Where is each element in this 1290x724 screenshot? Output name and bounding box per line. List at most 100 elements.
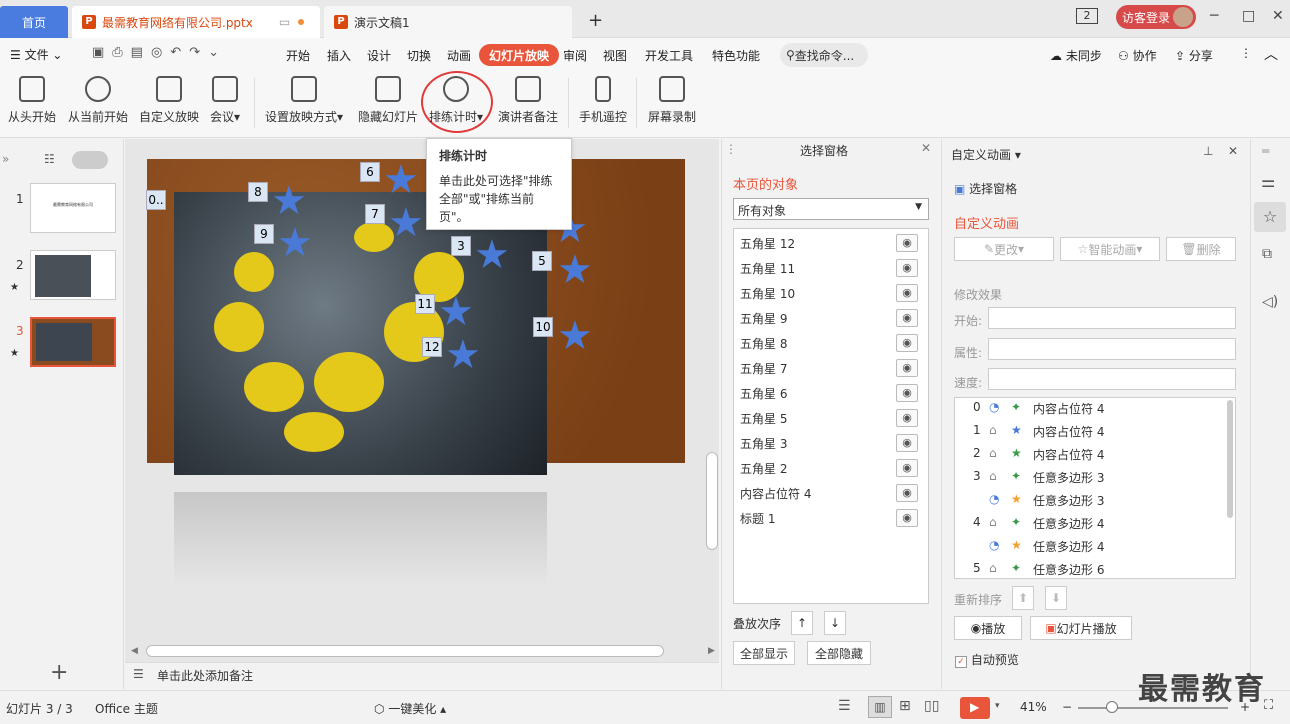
star-shape-7[interactable]: ★ [388,203,424,243]
zoom-out-icon[interactable]: − [1062,700,1072,714]
list-item[interactable]: ◔ ★ 任意多边形 4 [955,538,1225,560]
reorder-up-button[interactable]: ⬆ [1012,586,1034,610]
reorder-down-button[interactable]: ⬇ [1045,586,1067,610]
close-icon[interactable]: ✕ [1228,144,1238,158]
screen-icon[interactable]: ▭ [279,15,290,29]
presenter-notes-button[interactable]: 演讲者备注 [498,76,558,125]
screen-record-button[interactable]: 屏幕录制 [648,76,696,125]
vertical-scrollbar[interactable] [706,452,718,550]
list-item[interactable]: 3 ⌂ ✦ 任意多边形 3 [955,469,1225,491]
anim-tag[interactable]: 12 [422,337,442,357]
list-item[interactable]: 五角星 9 [740,310,787,327]
list-scrollbar[interactable] [1227,400,1233,518]
list-item[interactable]: 五角星 2 [740,460,787,477]
eye-icon[interactable]: ◉ [896,334,918,352]
transition-icon[interactable]: ⧉ [1262,246,1272,262]
smart-animation-button[interactable]: ☆ 智能动画 ▾ [1060,237,1160,261]
login-button[interactable]: 访客登录 [1116,5,1196,29]
star-shape-8[interactable]: ★ [271,181,307,221]
scroll-right-icon[interactable]: ▶ [708,646,715,656]
zoom-level[interactable]: 41% [1020,700,1047,714]
anim-tag[interactable]: 6 [360,162,380,182]
move-down-button[interactable]: ↓ [824,611,846,635]
eye-icon[interactable]: ◉ [896,484,918,502]
object-filter-select[interactable]: 所有对象 ▼ [733,198,929,220]
anim-tag[interactable]: 8 [248,182,268,202]
eye-icon[interactable]: ◉ [896,284,918,302]
collab-button[interactable]: ⚇ 协作 [1118,47,1157,64]
share-button[interactable]: ⇪ 分享 [1175,47,1213,64]
menu-transition[interactable]: 切换 [407,47,431,64]
list-item[interactable]: 0 ◔ ✦ 内容占位符 4 [955,400,1225,422]
star-shape-12[interactable]: ★ [445,335,481,375]
list-item[interactable]: 五角星 8 [740,335,787,352]
notes-bar[interactable]: ☰ 单击此处添加备注 [125,662,719,688]
list-item[interactable]: 五角星 11 [740,260,795,277]
property-select[interactable] [988,338,1236,360]
quick-access-toolbar[interactable]: ▣⎙▤◎↶↷⌄ [92,45,227,60]
play-from-current-button[interactable]: 从当前开始 [68,76,128,125]
close-window-button[interactable]: ✕ [1272,8,1284,24]
speed-select[interactable] [988,368,1236,390]
eye-icon[interactable]: ◉ [896,234,918,252]
window-count-badge[interactable]: 2 [1076,8,1098,24]
speaker-icon[interactable]: ◁) [1262,294,1278,310]
eye-icon[interactable]: ◉ [896,409,918,427]
anim-tag[interactable]: 0.. [146,190,166,210]
menu-features[interactable]: 特色功能 [712,47,760,64]
play-button[interactable]: ◉ 播放 [954,616,1022,640]
minimize-button[interactable]: ─ [1210,8,1218,24]
horizontal-scrollbar[interactable] [146,645,664,657]
maximize-button[interactable]: □ [1242,8,1255,24]
collapse-panel-icon[interactable]: » [2,152,9,166]
list-item[interactable]: 5 ⌂ ✦ 任意多边形 6 [955,561,1225,578]
setup-show-button[interactable]: 设置放映方式▾ [265,76,343,125]
eye-icon[interactable]: ◉ [896,434,918,452]
play-options-icon[interactable]: ▾ [995,701,1000,711]
menu-view[interactable]: 视图 [603,47,627,64]
tab-home[interactable]: 首页 [0,6,68,38]
pin-icon[interactable]: ⊥ [1203,144,1213,158]
beautify-button[interactable]: ⬡ 一键美化 ▴ [374,700,446,717]
theme-name[interactable]: Office 主题 [95,700,158,717]
add-slide-button[interactable]: + [50,660,68,685]
move-up-button[interactable]: ↑ [791,611,813,635]
tab-document-2[interactable]: P 演示文稿1 [324,6,572,38]
tab-document-1[interactable]: P 最需教育网络有限公司.pptx ▭ [72,6,320,38]
anim-tag[interactable]: 7 [365,204,385,224]
change-button[interactable]: ✎ 更改 ▾ [954,237,1054,261]
menu-slideshow[interactable]: 幻灯片放映 [479,44,559,66]
play-from-start-button[interactable]: 从头开始 [8,76,56,125]
list-item[interactable]: 内容占位符 4 [740,485,811,502]
slide-thumbnail-2[interactable] [30,250,116,300]
custom-show-button[interactable]: 自定义放映 [139,76,199,125]
phone-remote-button[interactable]: 手机遥控 [579,76,627,125]
star-shape-9[interactable]: ★ [277,223,313,263]
anim-tag[interactable]: 3 [451,236,471,256]
search-command[interactable]: ⚲ 查找命令... [780,43,868,67]
list-item[interactable]: 五角星 3 [740,435,787,452]
eye-icon[interactable]: ◉ [896,459,918,477]
new-tab-button[interactable]: + [588,10,603,31]
star-shape-10[interactable]: ★ [557,316,593,356]
slideshow-play-button[interactable]: ▶ [960,697,990,719]
close-icon[interactable]: ✕ [921,141,931,155]
slide-view-toggle[interactable] [72,151,108,169]
list-item[interactable]: 五角星 10 [740,285,795,302]
anim-tag[interactable]: 10 [533,317,553,337]
collapse-ribbon-icon[interactable]: ︿ [1264,44,1278,64]
list-item[interactable]: 五角星 5 [740,410,787,427]
reading-view-icon[interactable]: ▯▯ [924,698,939,714]
delete-button[interactable]: 🗑 删除 [1166,237,1236,261]
file-menu[interactable]: ☰ 文件 ⌄ [10,46,62,63]
notes-toggle-icon[interactable]: ☰ [838,698,851,714]
normal-view-icon[interactable]: ▥ [868,696,892,718]
rehearse-timing-button[interactable]: 排练计时▾ [429,76,483,125]
menu-insert[interactable]: 插入 [327,47,351,64]
list-item[interactable]: 2 ⌂ ★ 内容占位符 4 [955,446,1225,468]
list-item[interactable]: ◔ ★ 任意多边形 3 [955,492,1225,514]
slide-thumbnail-3[interactable] [30,317,116,367]
start-select[interactable] [988,307,1236,329]
hide-all-button[interactable]: 全部隐藏 [807,641,871,665]
sync-button[interactable]: ☁ 未同步 [1050,47,1102,64]
